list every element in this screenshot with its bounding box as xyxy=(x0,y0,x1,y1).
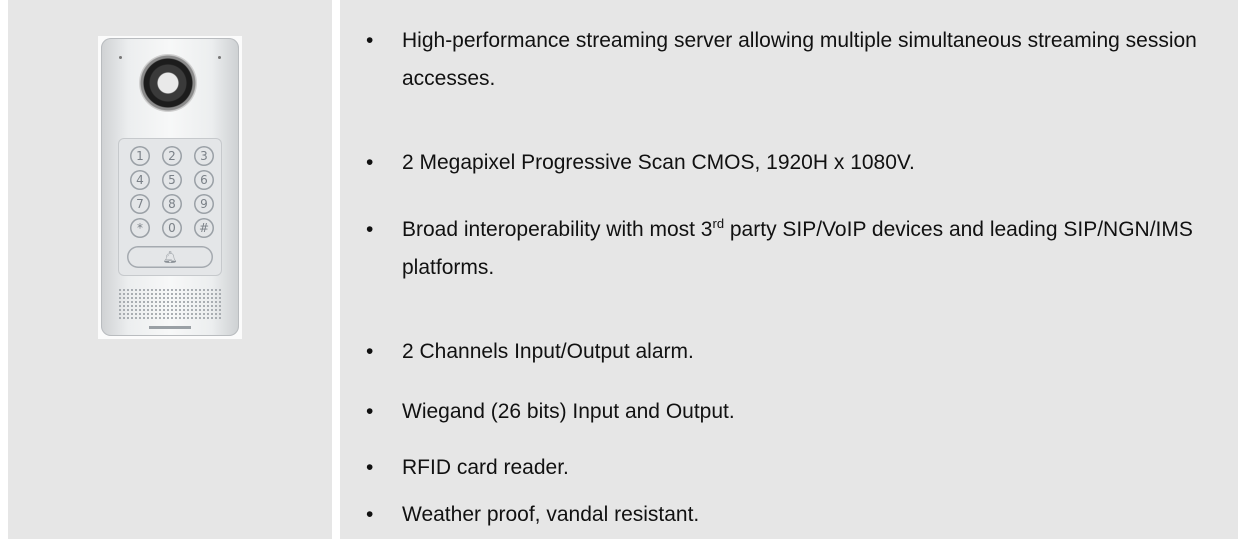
bullet-icon: • xyxy=(366,503,374,526)
key-hash: # xyxy=(194,218,214,238)
feature-text: High-performance streaming server allowi… xyxy=(402,29,1197,90)
feature-text: Broad interoperability with most 3rd par… xyxy=(402,211,1238,287)
key-8: 8 xyxy=(162,194,182,214)
door-station-body: 1 2 3 4 5 6 7 8 9 * 0 # 🔔︎ xyxy=(101,38,239,336)
feature-text: 2 Channels Input/Output alarm. xyxy=(402,340,694,363)
keypad: 1 2 3 4 5 6 7 8 9 * 0 # 🔔︎ xyxy=(118,138,222,276)
key-2: 2 xyxy=(162,146,182,166)
key-9: 9 xyxy=(194,194,214,214)
keypad-keys: 1 2 3 4 5 6 7 8 9 * 0 # xyxy=(126,146,214,238)
key-5: 5 xyxy=(162,170,182,190)
led-indicator-right xyxy=(218,56,221,59)
key-star: * xyxy=(130,218,150,238)
features-cell: • High-performance streaming server allo… xyxy=(340,0,1238,539)
bullet-icon: • xyxy=(366,151,374,174)
key-0: 0 xyxy=(162,218,182,238)
bullet-icon: • xyxy=(366,218,374,241)
key-1: 1 xyxy=(130,146,150,166)
ordinal-suffix: rd xyxy=(712,216,725,231)
brand-logo xyxy=(149,326,191,329)
feature-table: 1 2 3 4 5 6 7 8 9 * 0 # 🔔︎ • High-perfor… xyxy=(8,0,1238,539)
product-image-cell: 1 2 3 4 5 6 7 8 9 * 0 # 🔔︎ xyxy=(8,0,332,539)
bullet-icon: • xyxy=(366,29,374,52)
key-4: 4 xyxy=(130,170,150,190)
feature-text: RFID card reader. xyxy=(402,456,569,479)
camera-lens-icon xyxy=(139,54,197,112)
feature-text: Wiegand (26 bits) Input and Output. xyxy=(402,400,735,423)
feature-text: 2 Megapixel Progressive Scan CMOS, 1920H… xyxy=(402,151,915,174)
key-7: 7 xyxy=(130,194,150,214)
speaker-grille xyxy=(118,288,222,320)
bullet-icon: • xyxy=(366,456,374,479)
column-divider xyxy=(332,0,340,539)
key-6: 6 xyxy=(194,170,214,190)
feature-text-start: Broad interoperability with most 3 xyxy=(402,218,713,241)
led-indicator-left xyxy=(119,56,122,59)
bullet-icon: • xyxy=(366,340,374,363)
bullet-icon: • xyxy=(366,400,374,423)
door-station-image: 1 2 3 4 5 6 7 8 9 * 0 # 🔔︎ xyxy=(98,36,242,339)
bell-icon: 🔔︎ xyxy=(127,246,213,268)
feature-text: Weather proof, vandal resistant. xyxy=(402,503,700,526)
key-3: 3 xyxy=(194,146,214,166)
